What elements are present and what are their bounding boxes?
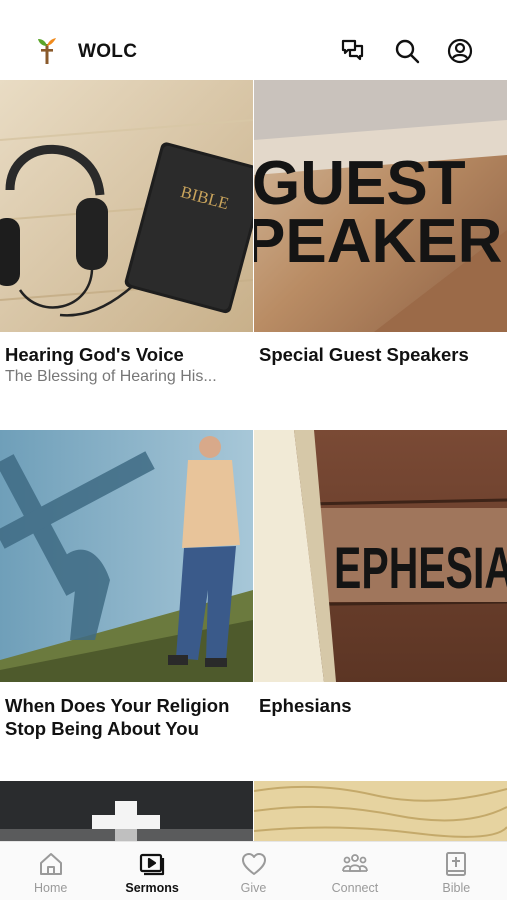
cross-sprout-logo: [36, 38, 58, 64]
sermon-thumbnail[interactable]: [0, 781, 253, 841]
tab-connect[interactable]: Connect: [304, 842, 405, 900]
sermon-thumbnail[interactable]: BIBLE: [0, 80, 253, 332]
bottom-tab-bar: Home Sermons Give Connect Bible: [0, 841, 507, 900]
heart-icon: [241, 853, 266, 875]
sermon-thumbnail[interactable]: [254, 781, 507, 841]
people-group-icon: [342, 854, 368, 872]
tab-label: Connect: [331, 881, 379, 895]
tab-sermons[interactable]: Sermons: [101, 842, 202, 900]
tab-label: Bible: [442, 881, 471, 895]
sermon-thumbnail[interactable]: [0, 430, 253, 682]
thumb-text-speaker: PEAKER: [254, 207, 502, 276]
tab-home[interactable]: Home: [0, 842, 101, 900]
app-title: WOLC: [78, 41, 138, 62]
thumb-text-ephesians: EPHESIA: [334, 536, 507, 601]
tab-bible[interactable]: Bible: [406, 842, 507, 900]
tab-label: Home: [34, 881, 68, 895]
sermon-thumbnail[interactable]: GUEST PEAKER: [254, 80, 507, 332]
sermon-title[interactable]: Ephesians: [259, 694, 503, 717]
sermon-title[interactable]: When Does Your Religion Stop Being About…: [5, 694, 249, 740]
sermon-title[interactable]: Special Guest Speakers: [259, 343, 503, 366]
status-bar: [0, 0, 507, 22]
sermon-subtitle: The Blessing of Hearing His...: [5, 368, 217, 385]
tab-label: Sermons: [125, 881, 179, 895]
tab-give[interactable]: Give: [203, 842, 304, 900]
home-icon: [39, 853, 62, 875]
tab-label: Give: [240, 881, 267, 895]
sermon-thumbnail[interactable]: EPHESIA: [254, 430, 507, 682]
account-circle-icon[interactable]: [446, 37, 474, 65]
search-icon[interactable]: [393, 37, 421, 65]
video-library-icon: [140, 853, 165, 876]
sermon-title[interactable]: Hearing God's Voice: [5, 343, 249, 366]
chat-bubbles-icon[interactable]: [339, 37, 367, 65]
app-header: WOLC: [0, 22, 507, 80]
bible-book-icon: [446, 852, 467, 876]
